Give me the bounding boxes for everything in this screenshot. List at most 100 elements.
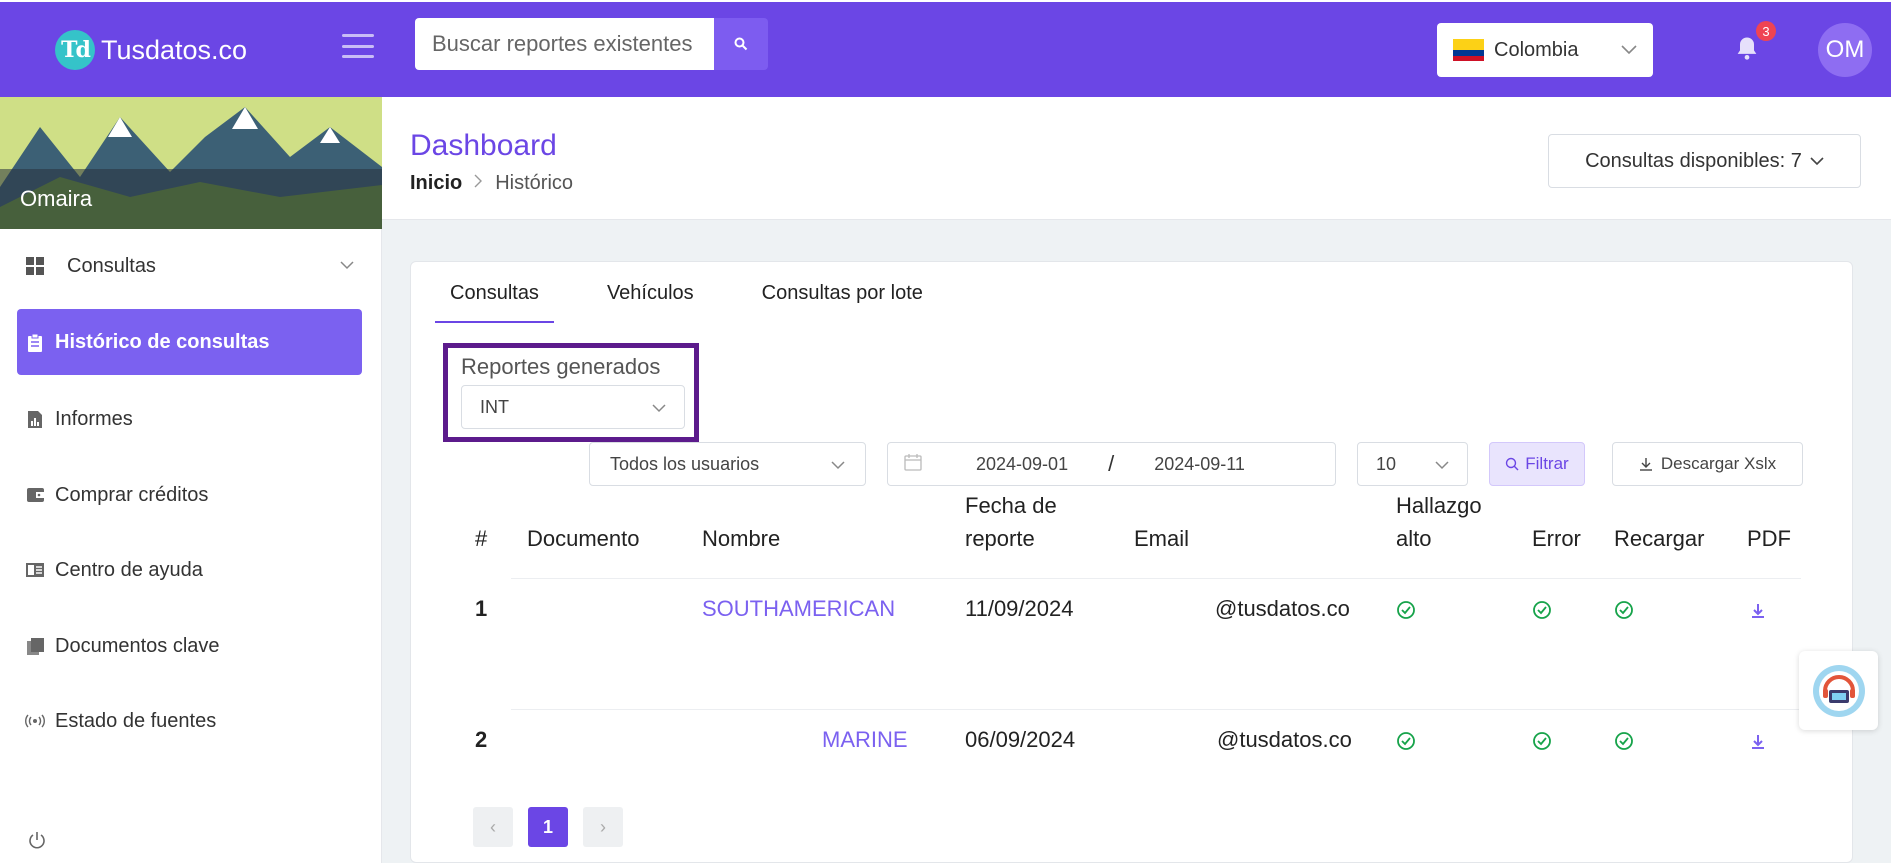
reports-label: Reportes generados — [461, 354, 661, 379]
download-xlsx-button[interactable]: Descargar Xslx — [1612, 442, 1803, 486]
sidebar-item-label: Comprar créditos — [55, 483, 209, 506]
filter-button[interactable]: Filtrar — [1489, 442, 1585, 486]
sidebar-item-label: Informes — [55, 407, 133, 430]
sidebar-item-historico[interactable]: Histórico de consultas — [17, 309, 362, 375]
country-select[interactable]: Colombia — [1437, 23, 1653, 77]
reload-check-icon[interactable] — [1614, 600, 1634, 620]
filters-row: Todos los usuarios 2024-09-01 / 2024-09-… — [411, 442, 1852, 486]
search-input[interactable] — [415, 18, 714, 70]
row-divider — [511, 709, 1801, 710]
colombia-flag-icon — [1453, 39, 1484, 61]
reload-check-icon[interactable] — [1614, 731, 1634, 751]
row-email: @tusdatos.co — [1217, 727, 1352, 752]
col-header-pdf: PDF — [1747, 526, 1791, 551]
chevron-down-icon — [340, 257, 354, 275]
date-separator: / — [1108, 451, 1115, 476]
pdf-download-icon[interactable] — [1751, 603, 1765, 619]
bell-icon[interactable] — [1733, 34, 1761, 62]
users-select[interactable]: Todos los usuarios — [589, 442, 866, 486]
main-card: Consultas Vehículos Consultas por lote R… — [410, 261, 1853, 863]
sidebar-item-documentos-clave[interactable]: Documentos clave — [17, 613, 362, 679]
tab-consultas-por-lote[interactable]: Consultas por lote — [747, 282, 938, 323]
sidebar-item-label: Estado de fuentes — [55, 709, 217, 732]
col-header-documento: Documento — [527, 526, 640, 551]
col-header-fecha-line2: reporte — [965, 526, 1035, 551]
tab-vehiculos[interactable]: Vehículos — [592, 282, 709, 323]
sidebar-item-label: Histórico de consultas — [55, 330, 270, 353]
broadcast-icon — [25, 711, 45, 731]
row-email: @tusdatos.co — [1215, 596, 1350, 621]
reports-select[interactable]: INT — [461, 385, 685, 429]
chevron-down-icon — [1435, 454, 1449, 475]
power-icon[interactable] — [28, 831, 46, 854]
country-label: Colombia — [1494, 38, 1579, 61]
download-button-label: Descargar Xslx — [1660, 454, 1777, 473]
page-size-select[interactable]: 10 — [1357, 442, 1468, 486]
col-header-num: # — [475, 526, 488, 551]
chevron-down-icon — [652, 397, 666, 418]
chevron-right-icon — [474, 174, 483, 193]
notification-badge: 3 — [1756, 21, 1776, 41]
breadcrumb-home[interactable]: Inicio — [410, 172, 462, 195]
pagination-page-current[interactable]: 1 — [528, 807, 568, 847]
col-header-hallazgo-line1: Hallazgo — [1396, 493, 1482, 518]
check-circle-icon — [1533, 601, 1551, 619]
check-circle-icon — [1397, 732, 1415, 750]
date-from[interactable]: 2024-09-01 — [976, 454, 1068, 475]
col-header-fecha-line1: Fecha de — [965, 493, 1057, 518]
sidebar-item-estado-fuentes[interactable]: Estado de fuentes — [17, 688, 362, 754]
sidebar-item-label: Consultas — [67, 254, 156, 277]
book-icon — [25, 560, 45, 580]
logo[interactable]: Td Tusdatos.co — [55, 30, 247, 70]
col-header-error: Error — [1532, 526, 1581, 551]
row-nombre-link[interactable]: MARINE — [822, 727, 908, 753]
logo-mark: Td — [55, 30, 95, 70]
pagination-next[interactable]: › — [583, 807, 623, 847]
col-header-email: Email — [1134, 526, 1190, 551]
search-button[interactable] — [714, 18, 768, 70]
sidebar-item-consultas[interactable]: Consultas — [17, 233, 362, 299]
avatar[interactable]: OM — [1818, 23, 1872, 77]
tab-consultas[interactable]: Consultas — [435, 282, 554, 323]
row-divider — [511, 578, 1801, 579]
menu-toggle-icon[interactable] — [342, 34, 374, 58]
support-agent-icon — [1812, 664, 1865, 717]
reports-selected-value: INT — [480, 396, 509, 417]
date-to[interactable]: 2024-09-11 — [1154, 454, 1245, 475]
sidebar-item-informes[interactable]: Informes — [17, 386, 362, 452]
page-size-value: 10 — [1376, 453, 1397, 474]
row-num: 2 — [475, 727, 488, 752]
chevron-down-icon — [1810, 156, 1824, 165]
chevron-down-icon — [831, 454, 845, 475]
col-header-recargar: Recargar — [1614, 526, 1705, 551]
sidebar-item-label: Documentos clave — [55, 634, 220, 657]
top-bar: Td Tusdatos.co Colombia 3 OM — [0, 0, 1891, 97]
credits-label: Consultas disponibles: 7 — [1585, 149, 1802, 172]
users-selected-value: Todos los usuarios — [610, 453, 760, 474]
reports-highlight-box: Reportes generados INT — [443, 343, 699, 442]
pdf-download-icon[interactable] — [1751, 734, 1765, 750]
sidebar-item-label: Centro de ayuda — [55, 558, 203, 581]
credits-dropdown[interactable]: Consultas disponibles: 7 — [1548, 134, 1861, 188]
download-icon — [1639, 458, 1652, 471]
report-icon — [25, 409, 45, 429]
col-header-nombre: Nombre — [702, 526, 781, 551]
sidebar-item-comprar-creditos[interactable]: Comprar créditos — [17, 462, 362, 528]
logo-text: Tusdatos.co — [101, 34, 248, 65]
search-icon — [734, 37, 748, 51]
sidebar-item-centro-ayuda[interactable]: Centro de ayuda — [17, 537, 362, 603]
col-header-hallazgo: Hallazgo alto — [1396, 489, 1482, 555]
date-range-picker[interactable]: 2024-09-01 / 2024-09-11 — [887, 442, 1336, 486]
profile-name: Omaira — [0, 169, 382, 229]
breadcrumb: Inicio Histórico — [410, 172, 573, 195]
chevron-down-icon — [1621, 45, 1637, 55]
col-header-fecha: Fecha de reporte — [965, 489, 1057, 555]
row-fecha: 11/09/2024 — [965, 596, 1074, 621]
pagination-prev[interactable]: ‹ — [473, 807, 513, 847]
row-nombre-link[interactable]: SOUTHAMERICAN — [702, 596, 895, 622]
breadcrumb-current: Histórico — [495, 172, 574, 194]
documents-icon — [25, 636, 45, 656]
support-chat-widget[interactable] — [1799, 651, 1878, 730]
clipboard-icon — [25, 332, 45, 352]
search-bar — [415, 18, 768, 70]
